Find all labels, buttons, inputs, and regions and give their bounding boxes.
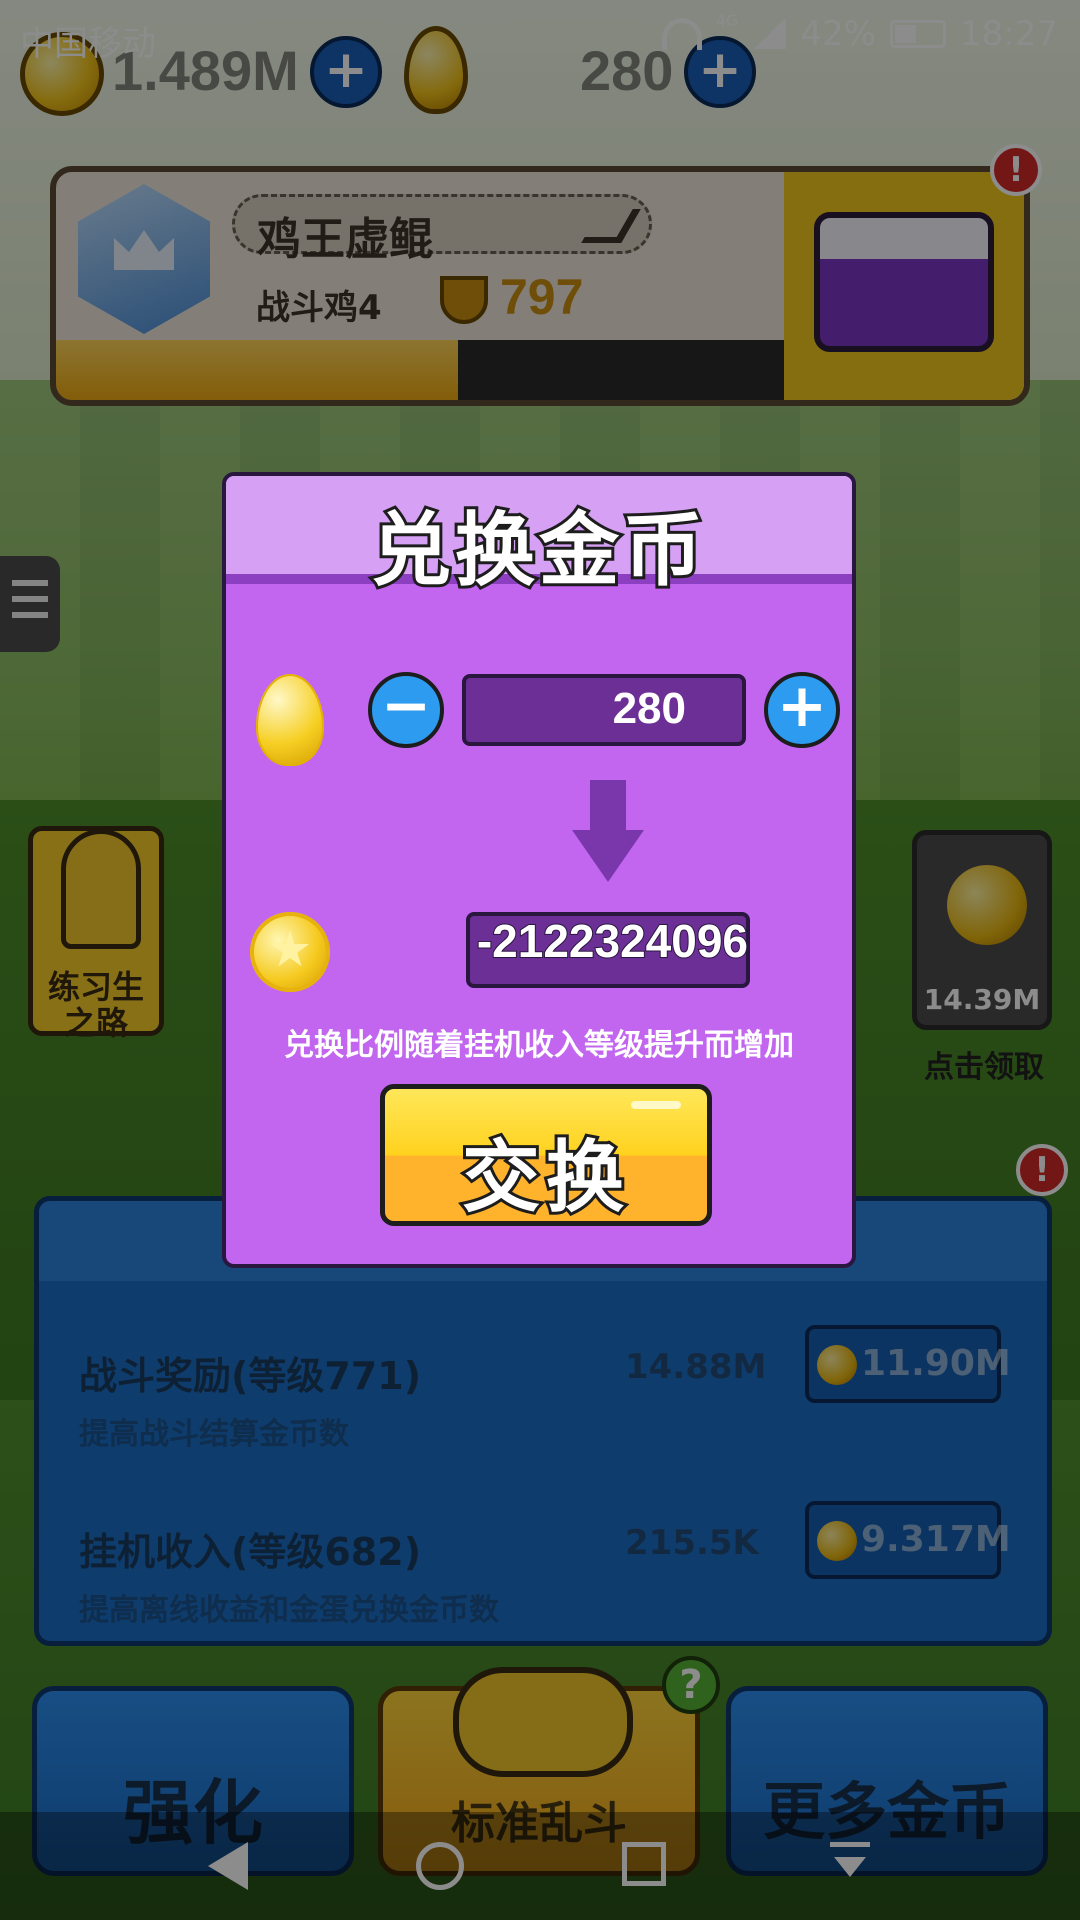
- exchange-note: 兑换比例随着挂机收入等级提升而增加: [284, 1028, 794, 1063]
- exchange-button-label: 交换: [459, 1130, 630, 1226]
- dialog-title: 兑换金币: [368, 501, 707, 600]
- exchange-dialog: 兑换金币 − 280 + -2122324096 兑换比例随着挂机收入等级提升而…: [222, 472, 856, 1268]
- decrease-button[interactable]: −: [368, 672, 444, 748]
- increase-button[interactable]: +: [764, 672, 840, 748]
- golden-egg-icon: [256, 674, 324, 766]
- dialog-header: 兑换金币: [226, 476, 852, 600]
- plus-icon: +: [776, 671, 828, 741]
- star-icon: [270, 930, 310, 967]
- arrow-down-icon: [572, 780, 644, 884]
- button-shine: [631, 1101, 681, 1109]
- egg-amount-input[interactable]: 280: [462, 674, 746, 746]
- gold-coin-icon: [250, 912, 330, 992]
- exchange-button[interactable]: 交换: [380, 1084, 712, 1226]
- minus-icon: −: [380, 671, 432, 741]
- coin-result-value: -2122324096: [476, 914, 749, 968]
